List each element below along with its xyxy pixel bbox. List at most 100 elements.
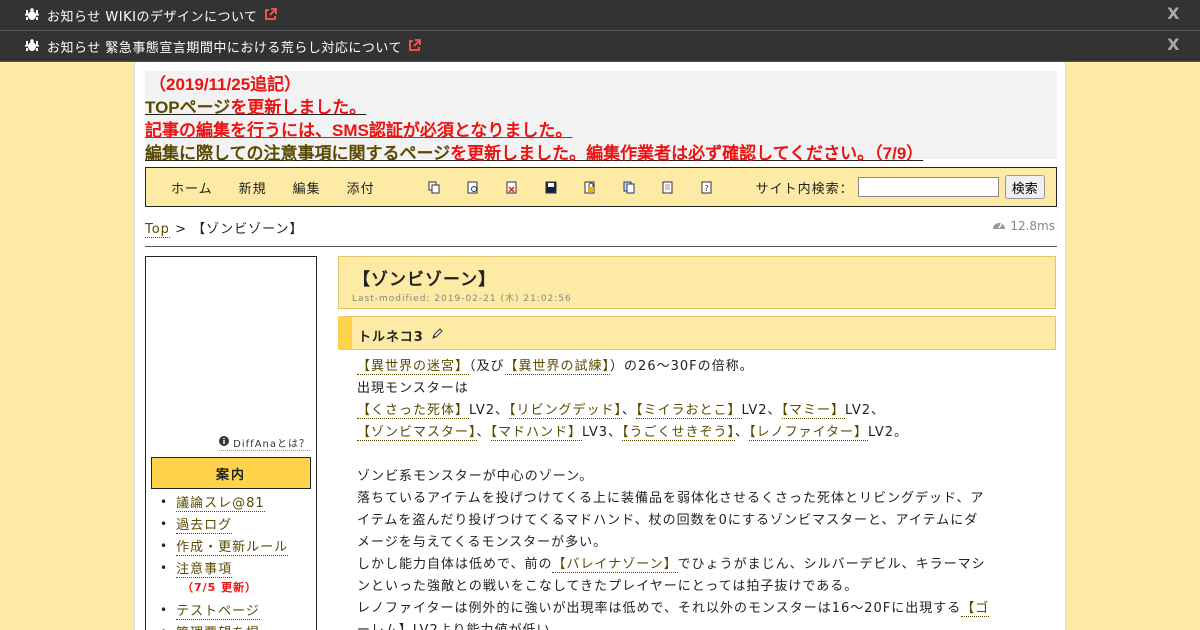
list-item[interactable]: 議論スレ@81 (160, 491, 288, 513)
notice-text[interactable]: 緊急事態宣言期間中における荒らし対応について (105, 37, 402, 56)
sidebar-item-rules[interactable]: 作成・更新ルール (176, 536, 289, 556)
paragraph: イテムを盗んだり投げつけてくるマドハンド、杖の回数を0にするゾンビマスターと、ア… (357, 513, 979, 528)
external-link-icon[interactable] (408, 39, 422, 53)
page-title: 【ゾンビゾーン】 (353, 270, 497, 289)
render-time: 12.8ms (992, 218, 1055, 233)
text: LV2、 (845, 403, 886, 418)
svg-text:?: ? (704, 184, 709, 193)
link-otherworld-dungeon[interactable]: 【異世界の迷宮】 (357, 359, 470, 375)
sidebar-list: 議論スレ@81 過去ログ 作成・更新ルール 注意事項 (160, 491, 289, 579)
link-monster[interactable]: 【くさった死体】 (357, 403, 470, 419)
page-icon[interactable] (661, 180, 675, 194)
render-time-value: 12.8ms (1010, 218, 1055, 233)
external-link-icon[interactable] (264, 8, 278, 22)
sidebar-list-2: テストページ 管理要望を提 (160, 599, 260, 630)
paragraph: ーレム】LV2より能力値が低い。 (357, 620, 1047, 630)
paragraph: 【異世界の迷宮】（及び【異世界の試練】）の26～30Fの倍称。 (357, 356, 1047, 378)
sidebar-item-request[interactable]: 管理要望を提 (176, 622, 260, 630)
lock-icon[interactable] (583, 180, 597, 194)
menu-attach[interactable]: 添付 (347, 178, 375, 197)
text: 、 (476, 425, 491, 440)
monster-line: 【くさった死体】LV2、【リビングデッド】、【ミイラおとこ】LV2、【マミー】L… (357, 400, 1047, 422)
sidebar-item-test[interactable]: テストページ (176, 600, 260, 620)
list-item[interactable]: 管理要望を提 (160, 621, 260, 630)
notice-label: お知らせ (47, 40, 101, 56)
close-button[interactable]: X (1167, 35, 1180, 54)
link-monster[interactable]: 【リビングデッド】 (509, 403, 623, 419)
announce-line-3: 記事の編集を行うには、SMS認証が必須となりました。 (145, 121, 573, 140)
text: レノファイターは例外的に強いが出現率は低めで、それ以外のモンスターは16～20F… (357, 601, 962, 616)
diffana-link[interactable]: DiffAnaとは？ (219, 435, 310, 451)
text: ）の26～30Fの倍称。 (610, 359, 754, 374)
paragraph: レノファイターは例外的に強いが出現率は低めで、それ以外のモンスターは16～20F… (357, 598, 1047, 620)
copy-icon[interactable] (427, 180, 441, 194)
sidebar-item-forum[interactable]: 議論スレ@81 (176, 492, 265, 512)
list-item[interactable]: テストページ (160, 599, 260, 621)
toolbar: ホーム 新規 編集 添付 ? サイト内検索： 検索 (145, 167, 1057, 207)
paragraph: 出現モンスターは (357, 381, 469, 396)
announce-line-2: TOPページを更新しました。 (145, 96, 1057, 119)
list-item[interactable]: 作成・更新ルール (160, 535, 289, 557)
announce-line-4: 編集に際しての注意事項に関するページを更新しました。編集作業者は必ず確認してくだ… (145, 142, 1057, 165)
notice-text[interactable]: WIKIのデザインについて (105, 6, 257, 25)
help-icon[interactable]: ? (700, 180, 714, 194)
menu-new[interactable]: 新規 (239, 178, 267, 197)
announce-text: を更新しました。編集作業者は必ず確認してください。（7/9） (450, 144, 924, 163)
text: しかし能力自体は低めで、前の (357, 557, 553, 572)
save-icon[interactable] (544, 180, 558, 194)
diff-icon[interactable] (466, 180, 480, 194)
text: LV3、 (582, 425, 623, 440)
search-input[interactable] (857, 177, 999, 197)
link-monster[interactable]: 【マミー】 (781, 403, 846, 419)
page-container: （2019/11/25追記） TOPページを更新しました。 記事の編集を行うには… (134, 62, 1066, 630)
link-monster[interactable]: 【マドハンド】 (490, 425, 583, 441)
sidebar-item-logs[interactable]: 過去ログ (176, 514, 233, 534)
search-label: サイト内検索： (755, 181, 854, 197)
sidebar-heading: 案内 (151, 457, 311, 489)
sidebar-item-notes[interactable]: 注意事項 (176, 558, 233, 578)
backup-icon[interactable] (505, 180, 519, 194)
last-modified: Last-modified: 2019-02-21 (木) 21:02:56 (352, 294, 572, 304)
list-icon[interactable] (622, 180, 636, 194)
speedometer-icon (992, 218, 1006, 233)
list-item[interactable]: 注意事項 (160, 557, 288, 579)
notice-label: お知らせ (47, 9, 101, 25)
text: LV2、 (741, 403, 782, 418)
info-icon (219, 436, 230, 449)
text: 、 (735, 425, 750, 440)
announcement-box: （2019/11/25追記） TOPページを更新しました。 記事の編集を行うには… (145, 71, 1057, 163)
link-golem[interactable]: 【ゴ (961, 601, 990, 617)
diffana-label: DiffAnaとは？ (233, 439, 310, 450)
menu-home[interactable]: ホーム (171, 178, 213, 197)
list-item[interactable]: 過去ログ (160, 513, 288, 535)
sidebar: DiffAnaとは？ 案内 議論スレ@81 過去ログ 作成・更新ルール 注意事項… (145, 256, 317, 630)
edit-pencil-icon[interactable] (432, 324, 444, 339)
announce-text: を更新しました。 (230, 98, 367, 117)
text: 、 (622, 403, 637, 418)
paragraph: ンといった強敵との戦いをこなしてきたプレイヤーにとっては拍子抜けである。 (357, 579, 859, 594)
text: LV2。 (868, 425, 909, 440)
close-button[interactable]: X (1167, 4, 1180, 23)
paragraph: しかし能力自体は低めで、前の【バレイナゾーン】でひょうがまじん、シルバーデビル、… (357, 554, 1047, 576)
section-heading: トルネコ3 (358, 330, 424, 345)
search-button[interactable]: 検索 (1004, 175, 1045, 199)
link-monster[interactable]: 【ミイラおとこ】 (636, 403, 742, 419)
link-otherworld-trial[interactable]: 【異世界の試練】 (504, 359, 611, 375)
paragraph: 落ちているアイテムを投げつけてくる上に装備品を弱体化させるくさった死体とリビング… (357, 491, 985, 506)
breadcrumb-top-link[interactable]: Top (145, 222, 170, 238)
link-barena-zone[interactable]: 【バレイナゾーン】 (552, 557, 678, 573)
notes-page-link[interactable]: 編集に際しての注意事項に関するページ (145, 144, 450, 163)
menu-edit[interactable]: 編集 (293, 178, 321, 197)
divider (145, 246, 1057, 247)
link-monster[interactable]: 【レノファイター】 (749, 425, 869, 441)
notice-bar-emergency[interactable]: お知らせ 緊急事態宣言期間中における荒らし対応について X (0, 31, 1200, 62)
sidebar-update-note: （7/5 更新） (182, 581, 258, 594)
breadcrumb-current: 【ゾンビゾーン】 (192, 222, 304, 237)
top-page-link[interactable]: TOPページ (145, 98, 230, 117)
breadcrumb-separator: > (175, 222, 187, 237)
text: LV2、 (469, 403, 509, 418)
link-monster[interactable]: 【ゾンビマスター】 (357, 425, 477, 441)
link-monster[interactable]: 【うごくせきぞう】 (622, 425, 736, 441)
bug-icon (25, 8, 41, 22)
notice-bar-design[interactable]: お知らせ WIKIのデザインについて X (0, 0, 1200, 31)
